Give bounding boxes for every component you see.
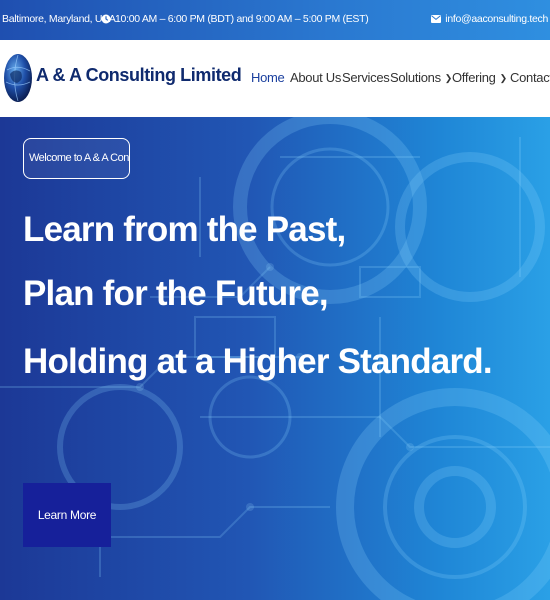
nav-solutions-label: Solutions <box>390 70 441 85</box>
hours-text: 10:00 AM – 6:00 PM (BDT) and 9:00 AM – 5… <box>115 13 369 25</box>
top-info-bar: Baltimore, Maryland, USA 10:00 AM – 6:00… <box>0 0 550 40</box>
nav-offering-label: Offering <box>452 70 496 85</box>
email-text: info@aaconsulting.tech <box>445 13 548 25</box>
learn-more-label: Learn More <box>37 508 97 522</box>
nav-contact-label: Contact <box>510 70 550 85</box>
email-link[interactable]: info@aaconsulting.tech <box>431 13 548 25</box>
nav-services[interactable]: Services <box>342 70 390 85</box>
chevron-down-icon: ❯ <box>499 73 508 83</box>
hours-info: 10:00 AM – 6:00 PM (BDT) and 9:00 AM – 5… <box>101 13 369 25</box>
nav-about-us-label: About Us <box>290 70 342 85</box>
nav-contact[interactable]: Contact <box>510 70 550 85</box>
hero-headline-line-1: Learn from the Past, <box>23 210 346 249</box>
site-header: A & A Consulting Limited Home About Us S… <box>0 40 550 117</box>
nav-solutions[interactable]: Solutions ❯ <box>390 70 452 85</box>
hero-section: Welcome to A & A Consulting Limited Lear… <box>0 117 550 600</box>
learn-more-button[interactable]: Learn More <box>23 483 111 547</box>
welcome-badge-button[interactable]: Welcome to A & A Consulting Limited <box>23 138 130 179</box>
nav-offering[interactable]: Offering ❯ <box>452 70 507 85</box>
hero-headline-line-2: Plan for the Future, <box>23 274 329 313</box>
main-nav: Home About Us Services Solutions ❯ Offeri… <box>0 70 550 90</box>
nav-home[interactable]: Home <box>251 70 285 85</box>
nav-about-us[interactable]: About Us <box>290 70 341 85</box>
mail-icon <box>431 15 442 23</box>
chevron-down-icon: ❯ <box>444 73 453 83</box>
nav-services-label: Services <box>342 70 390 85</box>
location-text: Baltimore, Maryland, USA <box>2 13 116 25</box>
hero-headline-line-3: Holding at a Higher Standard. <box>23 342 493 381</box>
nav-home-label: Home <box>251 70 285 85</box>
clock-icon <box>101 14 111 24</box>
